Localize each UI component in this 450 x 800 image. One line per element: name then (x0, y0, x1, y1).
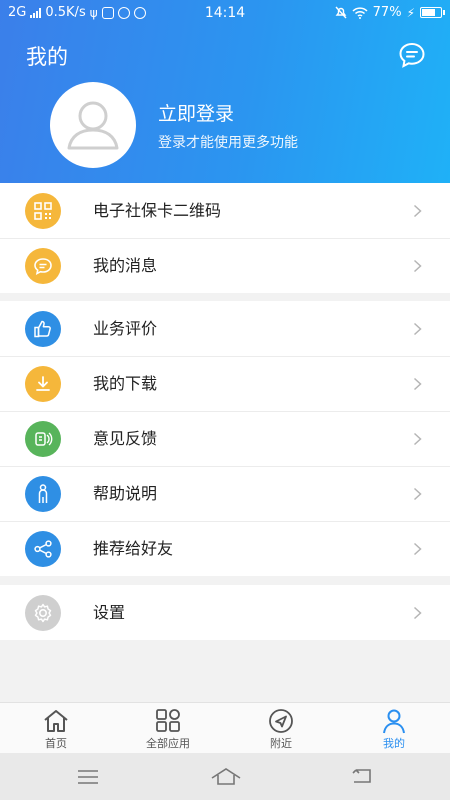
menu-item-settings[interactable]: 设置 (0, 585, 450, 640)
home-icon (44, 710, 68, 732)
feedback-icon (25, 421, 61, 457)
thumbs-up-icon (25, 311, 61, 347)
tab-mine[interactable]: 我的 (338, 703, 450, 754)
menu-item-feedback[interactable]: 意见反馈 (0, 411, 450, 466)
message-icon (25, 248, 61, 284)
menu-item-label: 电子社保卡二维码 (93, 201, 222, 220)
bottom-tab-bar: 首页 全部应用 附近 我的 (0, 702, 450, 753)
menu-item-label: 推荐给好友 (93, 539, 174, 558)
login-hint: 登录才能使用更多功能 (158, 135, 298, 151)
menu-group-3: 设置 (0, 585, 450, 640)
menu-item-social-security-qr[interactable]: 电子社保卡二维码 (0, 183, 450, 238)
avatar[interactable] (50, 82, 136, 168)
user-placeholder-icon (67, 101, 119, 150)
tab-label: 首页 (45, 737, 67, 750)
person-help-icon (25, 476, 61, 512)
system-navigation-bar (0, 753, 450, 800)
tab-label: 我的 (383, 737, 405, 750)
profile-header: 2G 0.5K/s ψ 14:14 77% ⚡ 我的 立即登录 登录才能使用更多… (0, 0, 450, 183)
home-nav-icon[interactable] (210, 766, 242, 786)
menu-item-label: 意见反馈 (93, 429, 158, 448)
tab-home[interactable]: 首页 (0, 703, 112, 754)
menu-icon[interactable] (77, 769, 99, 785)
chevron-right-icon (413, 606, 422, 620)
person-icon (383, 709, 405, 734)
chevron-right-icon (413, 259, 422, 273)
location-arrow-icon (269, 709, 293, 733)
menu-item-service-rating[interactable]: 业务评价 (0, 301, 450, 356)
menu-item-label: 设置 (93, 603, 126, 622)
tab-label: 全部应用 (146, 737, 190, 750)
status-bar: 2G 0.5K/s ψ 14:14 77% ⚡ (0, 0, 450, 26)
wifi-icon (352, 6, 368, 19)
menu-item-label: 我的消息 (93, 256, 158, 275)
chevron-right-icon (413, 542, 422, 556)
apps-grid-icon (156, 709, 180, 732)
menu-item-label: 帮助说明 (93, 484, 158, 503)
mute-icon (335, 6, 347, 19)
menu-item-help[interactable]: 帮助说明 (0, 466, 450, 521)
menu-item-label: 业务评价 (93, 319, 158, 338)
chevron-right-icon (413, 204, 422, 218)
menu-item-my-downloads[interactable]: 我的下载 (0, 356, 450, 411)
chevron-right-icon (413, 487, 422, 501)
tab-label: 附近 (270, 737, 292, 750)
login-button[interactable]: 立即登录 (158, 99, 234, 126)
menu-group-2: 业务评价 我的下载 意见反馈 帮助说明 推荐给好友 (0, 301, 450, 576)
chevron-right-icon (413, 432, 422, 446)
gear-icon (25, 595, 61, 631)
menu-item-my-messages[interactable]: 我的消息 (0, 238, 450, 293)
battery-percent: 77% (372, 5, 402, 20)
menu-item-label: 我的下载 (93, 374, 158, 393)
tab-all-apps[interactable]: 全部应用 (112, 703, 224, 754)
battery-icon (420, 7, 445, 18)
charging-icon: ⚡ (406, 5, 415, 20)
chat-bubble-icon[interactable] (398, 42, 426, 68)
qr-code-icon (25, 193, 61, 229)
tab-nearby[interactable]: 附近 (225, 703, 337, 754)
share-icon (25, 531, 61, 567)
menu-group-1: 电子社保卡二维码 我的消息 (0, 183, 450, 293)
menu-item-recommend[interactable]: 推荐给好友 (0, 521, 450, 576)
chevron-right-icon (413, 377, 422, 391)
back-icon[interactable] (350, 767, 374, 785)
chevron-right-icon (413, 322, 422, 336)
download-icon (25, 366, 61, 402)
page-title: 我的 (26, 45, 68, 69)
